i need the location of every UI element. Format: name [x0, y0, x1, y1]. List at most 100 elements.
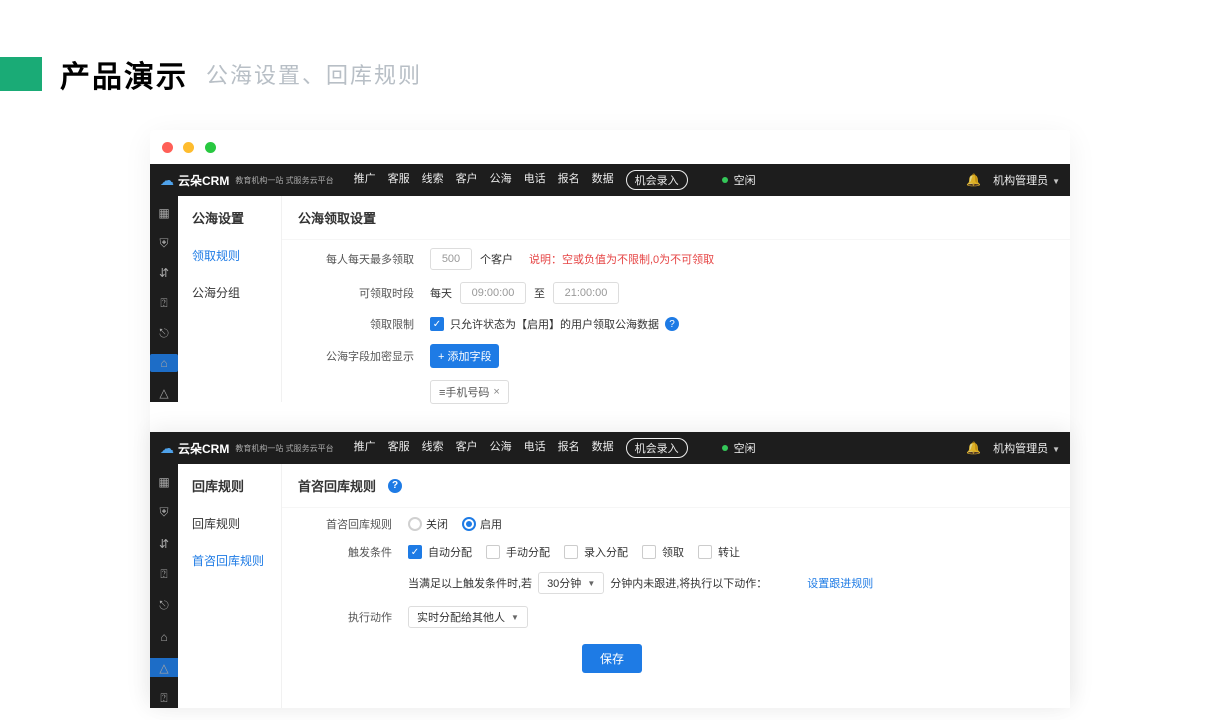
appbar: ☁ 云朵CRM 教育机构一站 式服务云平台 推广 客服 线索 客户 公海 电话 … — [150, 164, 1070, 196]
radio-off[interactable]: 关闭 — [408, 516, 448, 532]
unit-customer: 个客户 — [480, 251, 513, 267]
help-icon[interactable]: ? — [665, 317, 679, 331]
nav-item[interactable]: 数据 — [592, 170, 614, 190]
checkbox-icon: ✓ — [408, 545, 422, 559]
logo[interactable]: ☁ 云朵CRM 教育机构一站 式服务云平台 — [150, 172, 344, 189]
label-daily-limit: 每人每天最多领取 — [298, 251, 414, 267]
nav-pill[interactable]: 机会录入 — [626, 170, 688, 190]
heading-main: 产品演示 — [60, 52, 188, 96]
bell-icon[interactable]: 🔔 — [966, 441, 981, 455]
logo[interactable]: ☁ 云朵CRM 教育机构一站 式服务云平台 — [150, 440, 344, 457]
radio-on[interactable]: 启用 — [462, 516, 502, 532]
daily-text: 每天 — [430, 285, 452, 301]
rail-icon[interactable]: ⍰ — [150, 294, 178, 312]
nav-pill[interactable]: 机会录入 — [626, 438, 688, 458]
rail-icon[interactable]: △ — [150, 384, 178, 402]
daily-limit-input[interactable] — [430, 248, 472, 270]
sidebar-title: 回库规则 — [178, 464, 281, 505]
min-dot[interactable] — [183, 142, 194, 153]
sidebar-title: 公海设置 — [178, 196, 281, 237]
label-first-rule: 首咨回库规则 — [312, 516, 392, 532]
nav-item[interactable]: 报名 — [558, 170, 580, 190]
save-button[interactable]: 保存 — [582, 644, 642, 673]
sidebar-item-claim-rule[interactable]: 领取规则 — [178, 237, 281, 274]
duration-select[interactable]: 30分钟▼ — [538, 572, 604, 594]
nav-item[interactable]: 推广 — [354, 170, 376, 190]
rail-icon[interactable]: ▦ — [150, 204, 178, 222]
claim-limit-text: 只允许状态为【启用】的用户领取公海数据 — [450, 316, 659, 332]
to-label: 至 — [534, 285, 545, 301]
nav-item[interactable]: 电话 — [524, 438, 546, 458]
field-tag-phone: ≡手机号码 × — [430, 380, 509, 404]
chk-auto[interactable]: ✓自动分配 — [408, 544, 472, 560]
user-menu[interactable]: 机构管理员 ▼ — [993, 440, 1060, 456]
time-to-input[interactable] — [553, 282, 619, 304]
rail-icon-active[interactable]: ⌂ — [150, 354, 178, 372]
nav-item[interactable]: 推广 — [354, 438, 376, 458]
cloud-icon: ☁ — [160, 172, 174, 189]
followup-rule-link[interactable]: 设置跟进规则 — [807, 575, 873, 591]
window-controls — [150, 130, 1070, 164]
rail-icon[interactable]: ⎋ — [150, 324, 178, 342]
nav-item[interactable]: 客服 — [388, 438, 410, 458]
rail-icon[interactable]: ⇵ — [150, 534, 178, 553]
label-claim-limit: 领取限制 — [298, 316, 414, 332]
sidebar-item-return-rule[interactable]: 回库规则 — [178, 505, 281, 542]
label-encrypt: 公海字段加密显示 — [298, 348, 414, 364]
user-label: 机构管理员 — [993, 175, 1048, 187]
nav-item[interactable]: 客服 — [388, 170, 410, 190]
nav-item[interactable]: 数据 — [592, 438, 614, 458]
checkbox-enabled[interactable]: ✓ — [430, 317, 444, 331]
page-heading: 产品演示 公海设置、回库规则 — [0, 52, 422, 96]
help-icon[interactable]: ? — [388, 479, 402, 493]
add-field-button[interactable]: + 添加字段 — [430, 344, 499, 368]
nav-item[interactable]: 报名 — [558, 438, 580, 458]
time-from-input[interactable] — [460, 282, 526, 304]
label-time-range: 可领取时段 — [298, 285, 414, 301]
rail-icon[interactable]: ⛨ — [150, 503, 178, 522]
tag-remove-icon[interactable]: × — [493, 386, 499, 398]
chk-claim[interactable]: 领取 — [642, 544, 684, 560]
nav-item[interactable]: 公海 — [490, 438, 512, 458]
rail-icon-active[interactable]: △ — [150, 658, 178, 677]
user-label: 机构管理员 — [993, 443, 1048, 455]
status[interactable]: 空闲 — [722, 440, 756, 456]
hint: 说明：空或负值为不限制,0为不可领取 — [529, 251, 714, 267]
nav-item[interactable]: 客户 — [456, 438, 478, 458]
appbar: ☁ 云朵CRM 教育机构一站 式服务云平台 推广 客服 线索 客户 公海 电话 … — [150, 432, 1070, 464]
nav-item[interactable]: 电话 — [524, 170, 546, 190]
condition-post: 分钟内未跟进,将执行以下动作： — [610, 575, 767, 591]
rail-icon[interactable]: ⌂ — [150, 627, 178, 646]
rail-icon[interactable]: ⍰ — [150, 565, 178, 584]
chk-transfer[interactable]: 转让 — [698, 544, 740, 560]
rail-icon[interactable]: ▦ — [150, 472, 178, 491]
status-text: 空闲 — [734, 440, 756, 456]
sidebar-item-group[interactable]: 公海分组 — [178, 274, 281, 311]
nav-item[interactable]: 公海 — [490, 170, 512, 190]
rail-icon[interactable]: ⛨ — [150, 234, 178, 252]
app-window-2: ☁ 云朵CRM 教育机构一站 式服务云平台 推广 客服 线索 客户 公海 电话 … — [150, 432, 1070, 708]
status[interactable]: 空闲 — [722, 172, 756, 188]
nav-item[interactable]: 线索 — [422, 438, 444, 458]
chevron-down-icon: ▼ — [1052, 445, 1060, 454]
label-action: 执行动作 — [312, 609, 392, 625]
cloud-icon: ☁ — [160, 440, 174, 457]
tag-text: ≡手机号码 — [439, 384, 489, 400]
close-dot[interactable] — [162, 142, 173, 153]
max-dot[interactable] — [205, 142, 216, 153]
sidebar-item-first-rule[interactable]: 首咨回库规则 — [178, 542, 281, 579]
icon-rail: ▦ ⛨ ⇵ ⍰ ⎋ ⌂ △ ⍰ — [150, 464, 178, 708]
rail-icon[interactable]: ⍰ — [150, 689, 178, 708]
bell-icon[interactable]: 🔔 — [966, 173, 981, 187]
chk-entry[interactable]: 录入分配 — [564, 544, 628, 560]
rail-icon[interactable]: ⇵ — [150, 264, 178, 282]
chevron-down-icon: ▼ — [511, 613, 519, 622]
user-menu[interactable]: 机构管理员▼ — [993, 172, 1060, 188]
accent-block — [0, 57, 42, 91]
chk-manual[interactable]: 手动分配 — [486, 544, 550, 560]
action-select[interactable]: 实时分配给其他人▼ — [408, 606, 528, 628]
rail-icon[interactable]: ⎋ — [150, 596, 178, 615]
nav-item[interactable]: 线索 — [422, 170, 444, 190]
nav-item[interactable]: 客户 — [456, 170, 478, 190]
sidebar: 回库规则 回库规则 首咨回库规则 — [178, 464, 282, 708]
